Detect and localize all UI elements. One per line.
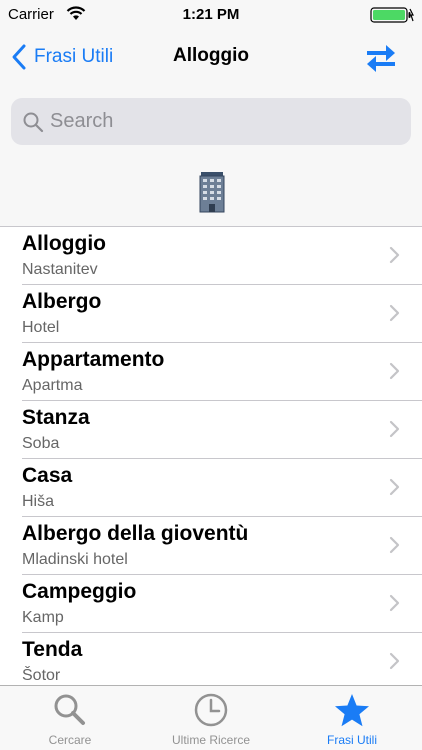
list-item[interactable]: Appartamento Apartma	[0, 343, 422, 401]
hotel-building-icon	[199, 172, 225, 213]
list-item-subtitle: Hotel	[22, 319, 60, 336]
list-item-title: Campeggio	[22, 580, 137, 603]
list-item[interactable]: Casa Hiša	[0, 459, 422, 517]
clock: 1:21 PM	[182, 6, 240, 23]
list-item-subtitle: Kamp	[22, 609, 64, 626]
clock-icon	[194, 693, 228, 727]
tab-label: Cercare	[48, 733, 92, 747]
star-icon	[335, 694, 369, 727]
chevron-right-icon	[389, 246, 400, 264]
tab-frasi-utili[interactable]: Frasi Utili	[282, 686, 422, 750]
search-icon	[23, 112, 44, 132]
list-item-subtitle: Hiša	[22, 493, 55, 510]
list-item-title: Casa	[22, 464, 73, 487]
list-item[interactable]: Albergo Hotel	[0, 285, 422, 343]
list-item-subtitle: Apartma	[22, 377, 83, 394]
list-item-subtitle: Soba	[22, 435, 60, 452]
list-item-title: Alloggio	[22, 232, 106, 255]
list-item-title: Stanza	[22, 406, 90, 429]
tab-label: Ultime Ricerce	[171, 733, 250, 747]
back-button-label: Frasi Utili	[34, 46, 114, 67]
list-item-subtitle: Mladinski hotel	[22, 551, 128, 568]
list-item-title: Albergo	[22, 290, 102, 313]
list-item-subtitle: Nastanitev	[22, 261, 98, 278]
list-item-title: Appartamento	[22, 348, 165, 371]
list-item[interactable]: Tenda Šotor	[0, 633, 422, 691]
phrase-list: Alloggio Nastanitev Albergo Hotel Appart…	[0, 226, 422, 691]
tab-ultime-ricerce[interactable]: Ultime Ricerce	[141, 686, 281, 750]
chevron-right-icon	[389, 420, 400, 438]
tab-bar: Cercare Ultime Ricerce Frasi Utili	[0, 685, 422, 750]
list-item[interactable]: Campeggio Kamp	[0, 575, 422, 633]
chevron-right-icon	[389, 304, 400, 322]
chevron-right-icon	[389, 652, 400, 670]
tab-label: Frasi Utili	[327, 733, 377, 747]
chevron-right-icon	[389, 536, 400, 554]
chevron-right-icon	[389, 478, 400, 496]
search-icon	[54, 694, 85, 725]
chevron-left-icon	[12, 44, 26, 70]
status-bar: Carrier 1:21 PM	[0, 0, 422, 30]
list-item-subtitle: Šotor	[22, 667, 61, 684]
list-item[interactable]: Alloggio Nastanitev	[0, 227, 422, 285]
chevron-right-icon	[389, 594, 400, 612]
search-bar[interactable]	[11, 98, 411, 145]
list-item-title: Tenda	[22, 638, 83, 661]
search-input[interactable]	[50, 110, 390, 133]
tab-cercare[interactable]: Cercare	[0, 686, 140, 750]
back-button[interactable]: Frasi Utili	[10, 42, 113, 72]
chevron-right-icon	[389, 362, 400, 380]
list-item[interactable]: Albergo della gioventù Mladinski hotel	[0, 517, 422, 575]
battery-icon	[370, 7, 414, 23]
list-item[interactable]: Stanza Soba	[0, 401, 422, 459]
navigation-bar: Frasi Utili Alloggio	[0, 30, 422, 84]
swap-arrows-icon[interactable]	[364, 40, 398, 74]
list-item-title: Albergo della gioventù	[22, 522, 249, 545]
